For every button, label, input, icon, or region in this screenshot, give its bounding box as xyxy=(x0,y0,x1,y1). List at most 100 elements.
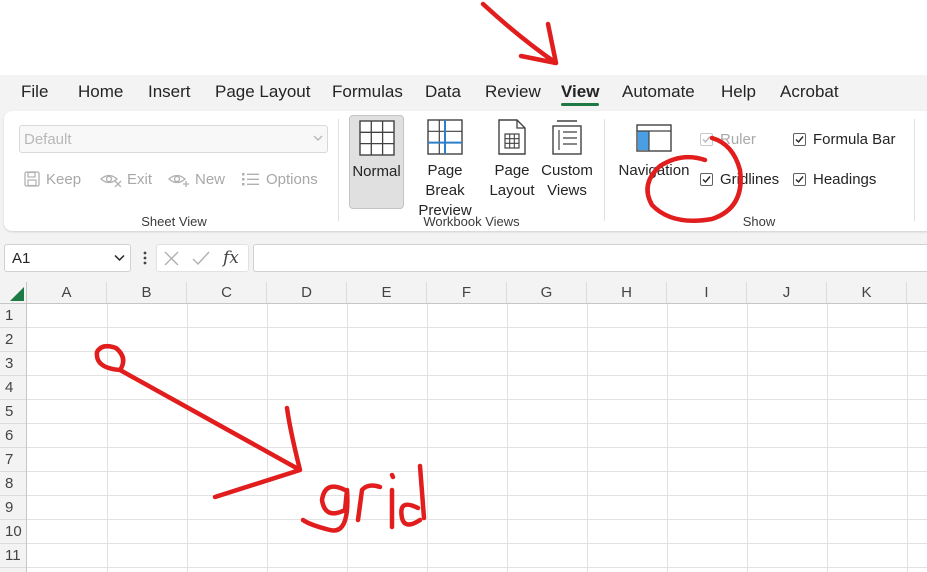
cell-grid[interactable] xyxy=(27,304,927,572)
name-box[interactable]: A1 xyxy=(4,244,131,272)
gridlines-label: Gridlines xyxy=(720,170,780,188)
ruler-label: Ruler xyxy=(720,130,756,148)
row-header[interactable]: 8 xyxy=(0,472,26,496)
column-header-row: A B C D E F G H I J K xyxy=(0,282,927,304)
custom-views-icon xyxy=(552,120,582,155)
row-header[interactable]: 5 xyxy=(0,400,26,424)
formula-bar-checkbox[interactable]: Formula Bar xyxy=(793,129,896,149)
page-break-preview-button[interactable]: Page Break Preview xyxy=(407,115,483,219)
tab-view-label: View xyxy=(561,82,600,101)
tab-help[interactable]: Help xyxy=(721,75,756,109)
row-header[interactable]: 6 xyxy=(0,424,26,448)
gridline xyxy=(107,304,108,572)
gridline xyxy=(27,351,927,352)
ribbon-tab-bar: File Home Insert Page Layout Formulas Da… xyxy=(0,75,927,111)
column-header[interactable]: A xyxy=(27,282,107,303)
new-label: New xyxy=(195,170,226,188)
eye-add-icon xyxy=(168,174,189,187)
tab-page-layout[interactable]: Page Layout xyxy=(215,75,310,109)
row-header[interactable]: 7 xyxy=(0,448,26,472)
gridline xyxy=(27,495,927,496)
gridline xyxy=(27,399,927,400)
exit-label: Exit xyxy=(127,170,153,188)
gridline xyxy=(827,304,828,572)
tab-formulas[interactable]: Formulas xyxy=(332,75,403,109)
headings-label: Headings xyxy=(813,170,877,188)
select-all-button[interactable] xyxy=(0,282,27,303)
tab-view[interactable]: View xyxy=(561,75,600,109)
ribbon-area: Default Keep Exit New Options Sheet View… xyxy=(0,111,927,234)
gridline xyxy=(587,304,588,572)
navigation-button[interactable]: Navigation xyxy=(614,115,694,209)
gridline xyxy=(27,447,927,448)
column-header[interactable]: H xyxy=(587,282,667,303)
page-break-label-1: Page Break xyxy=(425,162,465,199)
column-header[interactable]: J xyxy=(747,282,827,303)
tab-review[interactable]: Review xyxy=(485,75,541,109)
tab-automate[interactable]: Automate xyxy=(622,75,695,109)
workbook-views-group-label: Workbook Views xyxy=(423,214,520,229)
more-options-icon[interactable] xyxy=(142,250,148,266)
select-all-triangle-icon xyxy=(10,287,24,301)
keep-label: Keep xyxy=(46,170,82,188)
sheet-view-group-label: Sheet View xyxy=(141,214,207,229)
column-header[interactable]: C xyxy=(187,282,267,303)
gridline xyxy=(427,304,428,572)
column-header[interactable]: F xyxy=(427,282,507,303)
row-header[interactable]: 1 xyxy=(0,304,26,328)
row-header[interactable]: 11 xyxy=(0,544,26,568)
row-header[interactable]: 3 xyxy=(0,352,26,376)
gridline xyxy=(347,304,348,572)
formula-input[interactable] xyxy=(253,244,927,272)
row-header[interactable]: 4 xyxy=(0,376,26,400)
tab-insert[interactable]: Insert xyxy=(148,75,191,109)
ruler-checkbox[interactable]: Ruler xyxy=(700,129,756,149)
column-header[interactable]: I xyxy=(667,282,747,303)
gridlines-checkbox[interactable]: Gridlines xyxy=(700,169,779,189)
gridlines-check-box xyxy=(700,172,713,186)
gridline xyxy=(187,304,188,572)
new-button[interactable]: New xyxy=(168,167,225,191)
insert-function-button[interactable]: fx xyxy=(223,248,239,268)
headings-checkbox[interactable]: Headings xyxy=(793,169,876,189)
page-layout-label-2: Layout xyxy=(489,182,535,199)
column-header[interactable]: K xyxy=(827,282,907,303)
headings-check-box xyxy=(793,172,806,186)
gridline xyxy=(747,304,748,572)
formula-bar-label: Formula Bar xyxy=(813,130,896,148)
options-button[interactable]: Options xyxy=(241,167,318,191)
row-header[interactable]: 9 xyxy=(0,496,26,520)
gridline xyxy=(507,304,508,572)
sheet-view-select[interactable]: Default xyxy=(19,125,328,153)
checkmark-icon xyxy=(795,175,804,183)
active-tab-indicator xyxy=(561,103,600,106)
formula-actions: fx xyxy=(156,244,249,272)
page-layout-view-button[interactable]: Page Layout xyxy=(488,115,536,209)
tab-acrobat[interactable]: Acrobat xyxy=(780,75,839,109)
tab-home[interactable]: Home xyxy=(78,75,123,109)
column-header[interactable]: G xyxy=(507,282,587,303)
row-header[interactable]: 2 xyxy=(0,328,26,352)
column-header[interactable]: B xyxy=(107,282,187,303)
enter-check-icon[interactable] xyxy=(192,251,210,266)
checkmark-icon xyxy=(702,175,711,183)
cancel-x-icon[interactable] xyxy=(164,251,179,266)
normal-view-label: Normal xyxy=(352,163,401,180)
gridline xyxy=(27,375,927,376)
exit-button[interactable]: Exit xyxy=(100,167,152,191)
keep-button[interactable]: Keep xyxy=(23,167,81,191)
list-options-icon xyxy=(242,173,259,186)
tab-data[interactable]: Data xyxy=(425,75,461,109)
ruler-check-box xyxy=(700,132,713,146)
column-header[interactable]: D xyxy=(267,282,347,303)
gridline xyxy=(27,567,927,568)
column-header[interactable]: E xyxy=(347,282,427,303)
group-divider xyxy=(604,119,605,221)
custom-views-button[interactable]: Custom Views xyxy=(540,115,594,209)
row-header[interactable]: 10 xyxy=(0,520,26,544)
custom-views-label-1: Custom xyxy=(541,162,593,179)
tab-file[interactable]: File xyxy=(21,75,48,109)
normal-view-icon xyxy=(358,120,395,156)
options-label: Options xyxy=(266,170,318,188)
normal-view-button[interactable]: Normal xyxy=(349,115,404,209)
